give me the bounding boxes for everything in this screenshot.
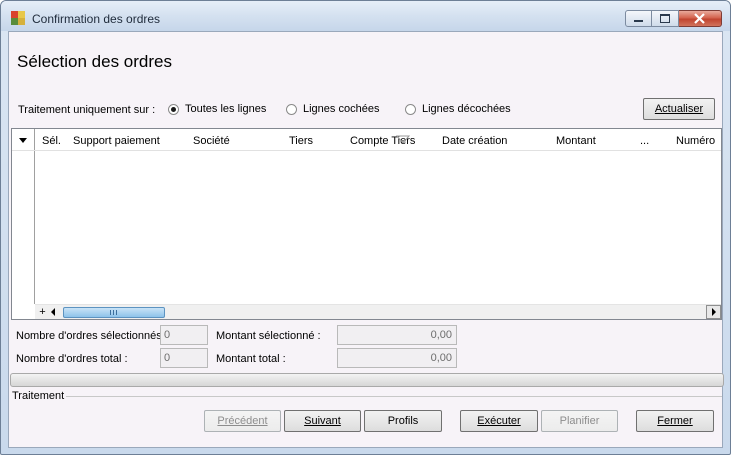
selected-count-label: Nombre d'ordres sélectionnés <box>16 330 162 342</box>
close-button[interactable]: Fermer <box>636 410 714 432</box>
minimize-button[interactable] <box>625 10 652 27</box>
row-selector-column[interactable] <box>12 129 35 150</box>
column-header-more[interactable]: ... <box>640 135 649 147</box>
selected-amount-field: 0,00 <box>337 325 457 345</box>
section-label: Traitement <box>12 390 65 402</box>
close-window-button[interactable] <box>679 10 722 27</box>
main-window: Confirmation des ordres Sélection des or… <box>0 0 731 455</box>
scroll-thumb[interactable] <box>63 307 165 318</box>
title-bar[interactable]: Confirmation des ordres <box>1 1 730 31</box>
column-header-creation-date[interactable]: Date création <box>442 135 507 147</box>
radio-checked-lines-label: Lignes cochées <box>303 103 380 115</box>
add-row-button[interactable]: + <box>36 306 49 318</box>
client-area: Sélection des ordres Traitement uniqueme… <box>8 31 724 448</box>
window-controls <box>625 10 722 27</box>
chevron-down-icon[interactable] <box>19 138 27 143</box>
maximize-icon <box>660 14 670 23</box>
radio-unchecked-lines-indicator[interactable] <box>405 103 416 115</box>
column-header-number[interactable]: Numéro <box>676 135 715 147</box>
maximize-button[interactable] <box>652 10 679 27</box>
total-count-field: 0 <box>160 348 208 368</box>
grid-header: Sél. Support paiement Société Tiers Comp… <box>12 129 721 151</box>
scroll-right-button[interactable] <box>706 305 721 319</box>
radio-checked-lines-indicator[interactable] <box>286 103 297 115</box>
selected-count-field: 0 <box>160 325 208 345</box>
column-header-payment-method[interactable]: Support paiement <box>73 135 160 147</box>
column-header-company[interactable]: Société <box>193 135 230 147</box>
total-amount-field: 0,00 <box>337 348 457 368</box>
radio-all-lines[interactable]: Toutes les lignes <box>168 103 266 115</box>
selected-amount-label: Montant sélectionné : <box>216 330 321 342</box>
filter-label: Traitement uniquement sur : <box>18 104 156 116</box>
previous-button[interactable]: Précédent <box>204 410 281 432</box>
page-title: Sélection des ordres <box>17 52 172 71</box>
minimize-icon <box>634 20 643 22</box>
total-count-label: Nombre d'ordres total : <box>16 353 128 365</box>
window-title: Confirmation des ordres <box>32 12 161 26</box>
row-selector-strip <box>12 151 35 304</box>
column-header-amount[interactable]: Montant <box>556 135 596 147</box>
column-header-third-party[interactable]: Tiers <box>289 135 313 147</box>
schedule-button[interactable]: Planifier <box>541 410 618 432</box>
horizontal-scrollbar[interactable]: + <box>35 304 721 319</box>
refresh-button[interactable]: Actualiser <box>643 98 715 120</box>
radio-unchecked-lines-label: Lignes décochées <box>422 103 511 115</box>
column-header-sel[interactable]: Sél. <box>42 135 61 147</box>
radio-unchecked-lines[interactable]: Lignes décochées <box>405 103 511 115</box>
sort-indicator-icon <box>396 135 410 144</box>
profiles-button[interactable]: Profils <box>364 410 442 432</box>
app-icon[interactable] <box>11 11 25 25</box>
scroll-right-icon <box>712 308 716 316</box>
radio-all-lines-label: Toutes les lignes <box>185 103 267 115</box>
total-amount-label: Montant total : <box>216 353 286 365</box>
grip-icon <box>110 310 118 315</box>
section-divider <box>66 396 722 397</box>
radio-checked-lines[interactable]: Lignes cochées <box>286 103 379 115</box>
scroll-left-icon[interactable] <box>51 308 55 316</box>
orders-grid[interactable]: Sél. Support paiement Société Tiers Comp… <box>11 128 722 320</box>
radio-all-lines-indicator[interactable] <box>168 103 179 115</box>
close-icon <box>694 13 705 24</box>
progress-bar <box>10 373 724 387</box>
next-button[interactable]: Suivant <box>284 410 361 432</box>
execute-button[interactable]: Exécuter <box>460 410 538 432</box>
